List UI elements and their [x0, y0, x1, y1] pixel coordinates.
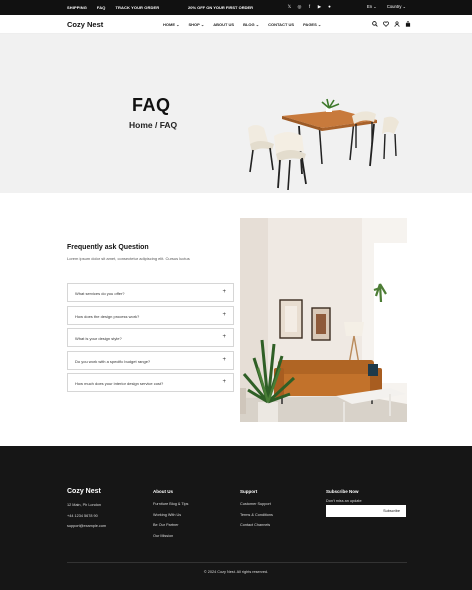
language-value: En [367, 4, 373, 9]
instagram-icon[interactable]: ◎ [297, 4, 302, 9]
language-select[interactable]: En ⌄ [367, 4, 377, 9]
plus-icon: + [222, 311, 226, 318]
footer-about-title: About Us [153, 489, 173, 494]
x-icon[interactable]: 𝕏 [287, 4, 292, 9]
footer-link[interactable]: Furniture Blog & Tips [153, 499, 188, 510]
promo-text: 20% OFF ON YOUR FIRST ORDER [188, 5, 254, 10]
footer-about-column: About Us Furniture Blog & Tips Working W… [153, 489, 188, 541]
heart-icon[interactable] [383, 21, 389, 27]
top-links: SHIPPING FAQ TRACK YOUR ORDER [67, 5, 159, 10]
chevron-down-icon: ⌄ [402, 4, 407, 9]
hero-banner: FAQ Home / FAQ [0, 34, 472, 193]
youtube-icon[interactable]: ▶ [317, 4, 322, 9]
faq-item[interactable]: How does the design process work? + [67, 305, 234, 325]
country-select[interactable]: Country ⌄ [387, 4, 406, 9]
top-bar: SHIPPING FAQ TRACK YOUR ORDER 20% OFF ON… [0, 0, 472, 15]
faq-link[interactable]: FAQ [97, 5, 106, 10]
faq-list: What services do you offer? + How does t… [67, 283, 234, 396]
footer-link[interactable]: Our Mission [153, 531, 188, 542]
subscribe-button[interactable]: Subscribe [383, 509, 400, 513]
footer-link[interactable]: Be Our Partner [153, 520, 188, 531]
main-header: Cozy Nest HOME ⌄ SHOP ⌄ ABOUT US BLOG ⌄ … [0, 15, 472, 34]
footer-link[interactable]: Customer Support [240, 499, 273, 510]
nav-blog[interactable]: BLOG ⌄ [243, 22, 259, 27]
faq-question: Do you work with a specific budget range… [75, 358, 151, 364]
plus-icon: + [222, 356, 226, 363]
faq-title: Frequently ask Question [67, 244, 149, 251]
chevron-down-icon: ⌄ [373, 4, 377, 9]
footer-email[interactable]: support@example.com [67, 521, 106, 532]
faq-question: How much does your interior design servi… [75, 381, 164, 387]
footer-support-title: Support [240, 489, 258, 494]
footer-support-column: Support Customer Support Terms & Conditi… [240, 489, 273, 531]
social-links: 𝕏 ◎ f ▶ ● [287, 4, 332, 9]
plus-icon: + [222, 334, 226, 341]
faq-item[interactable]: Do you work with a specific budget range… [67, 350, 234, 370]
header-icons [372, 21, 411, 27]
nav-blog-label: BLOG [243, 22, 255, 27]
faq-question: How does the design process work? [75, 313, 140, 319]
faq-question: What is your design style? [75, 336, 122, 342]
footer-contact: 12 Main, Ph London +44 1234 5678 90 supp… [67, 500, 106, 532]
pinterest-icon[interactable]: ● [327, 4, 332, 9]
logo[interactable]: Cozy Nest [67, 20, 103, 29]
footer: Cozy Nest 12 Main, Ph London +44 1234 56… [0, 446, 472, 590]
nav-shop[interactable]: SHOP ⌄ [188, 22, 204, 27]
user-icon[interactable] [394, 21, 400, 27]
nav-about[interactable]: ABOUT US [213, 22, 234, 27]
nav-home-label: HOME [163, 22, 175, 27]
nav-shop-label: SHOP [188, 22, 200, 27]
page-title: FAQ [132, 95, 171, 115]
cart-icon[interactable] [405, 21, 411, 27]
country-value: Country [386, 4, 402, 9]
footer-subscribe-title: Subscribe Now [326, 489, 359, 494]
footer-logo[interactable]: Cozy Nest [67, 488, 101, 495]
living-room-image [240, 218, 407, 422]
footer-divider [67, 562, 407, 563]
top-selects: En ⌄ Country ⌄ [367, 4, 406, 9]
faq-item[interactable]: What is your design style? + [67, 328, 234, 348]
footer-link[interactable]: Contact Channels [240, 520, 273, 531]
faq-question: What services do you offer? [75, 291, 125, 296]
search-icon[interactable] [372, 21, 378, 27]
faq-subtitle: Lorem ipsum dolor sit amet, consectetur … [67, 256, 190, 261]
footer-subscribe-column: Subscribe Now Don't miss an update [326, 489, 362, 503]
breadcrumb: Home / FAQ [129, 120, 178, 130]
facebook-icon[interactable]: f [307, 4, 312, 9]
faq-item[interactable]: What services do you offer? + [67, 283, 234, 302]
plus-icon: + [222, 379, 226, 386]
plus-icon: + [222, 289, 226, 295]
copyright: © 2024 Cozy Nest. All rights reserved. [203, 570, 269, 574]
nav-pages[interactable]: PAGES ⌄ [303, 22, 321, 27]
faq-item[interactable]: How much does your interior design servi… [67, 373, 234, 393]
footer-phone[interactable]: +44 1234 5678 90 [67, 511, 106, 522]
track-order-link[interactable]: TRACK YOUR ORDER [115, 5, 159, 10]
main-nav: HOME ⌄ SHOP ⌄ ABOUT US BLOG ⌄ CONTACT US… [163, 22, 321, 27]
dining-set-image [248, 98, 399, 191]
nav-pages-label: PAGES [303, 22, 317, 27]
footer-subscribe-text: Don't miss an update [326, 499, 362, 503]
footer-link[interactable]: Terms & Conditions [240, 510, 273, 521]
shipping-link[interactable]: SHIPPING [67, 5, 87, 10]
footer-address: 12 Main, Ph London [67, 503, 101, 507]
nav-home[interactable]: HOME ⌄ [163, 22, 179, 27]
nav-contact[interactable]: CONTACT US [268, 22, 294, 27]
footer-link[interactable]: Working With Us [153, 510, 188, 521]
subscribe-email-input[interactable]: Subscribe [326, 505, 406, 517]
